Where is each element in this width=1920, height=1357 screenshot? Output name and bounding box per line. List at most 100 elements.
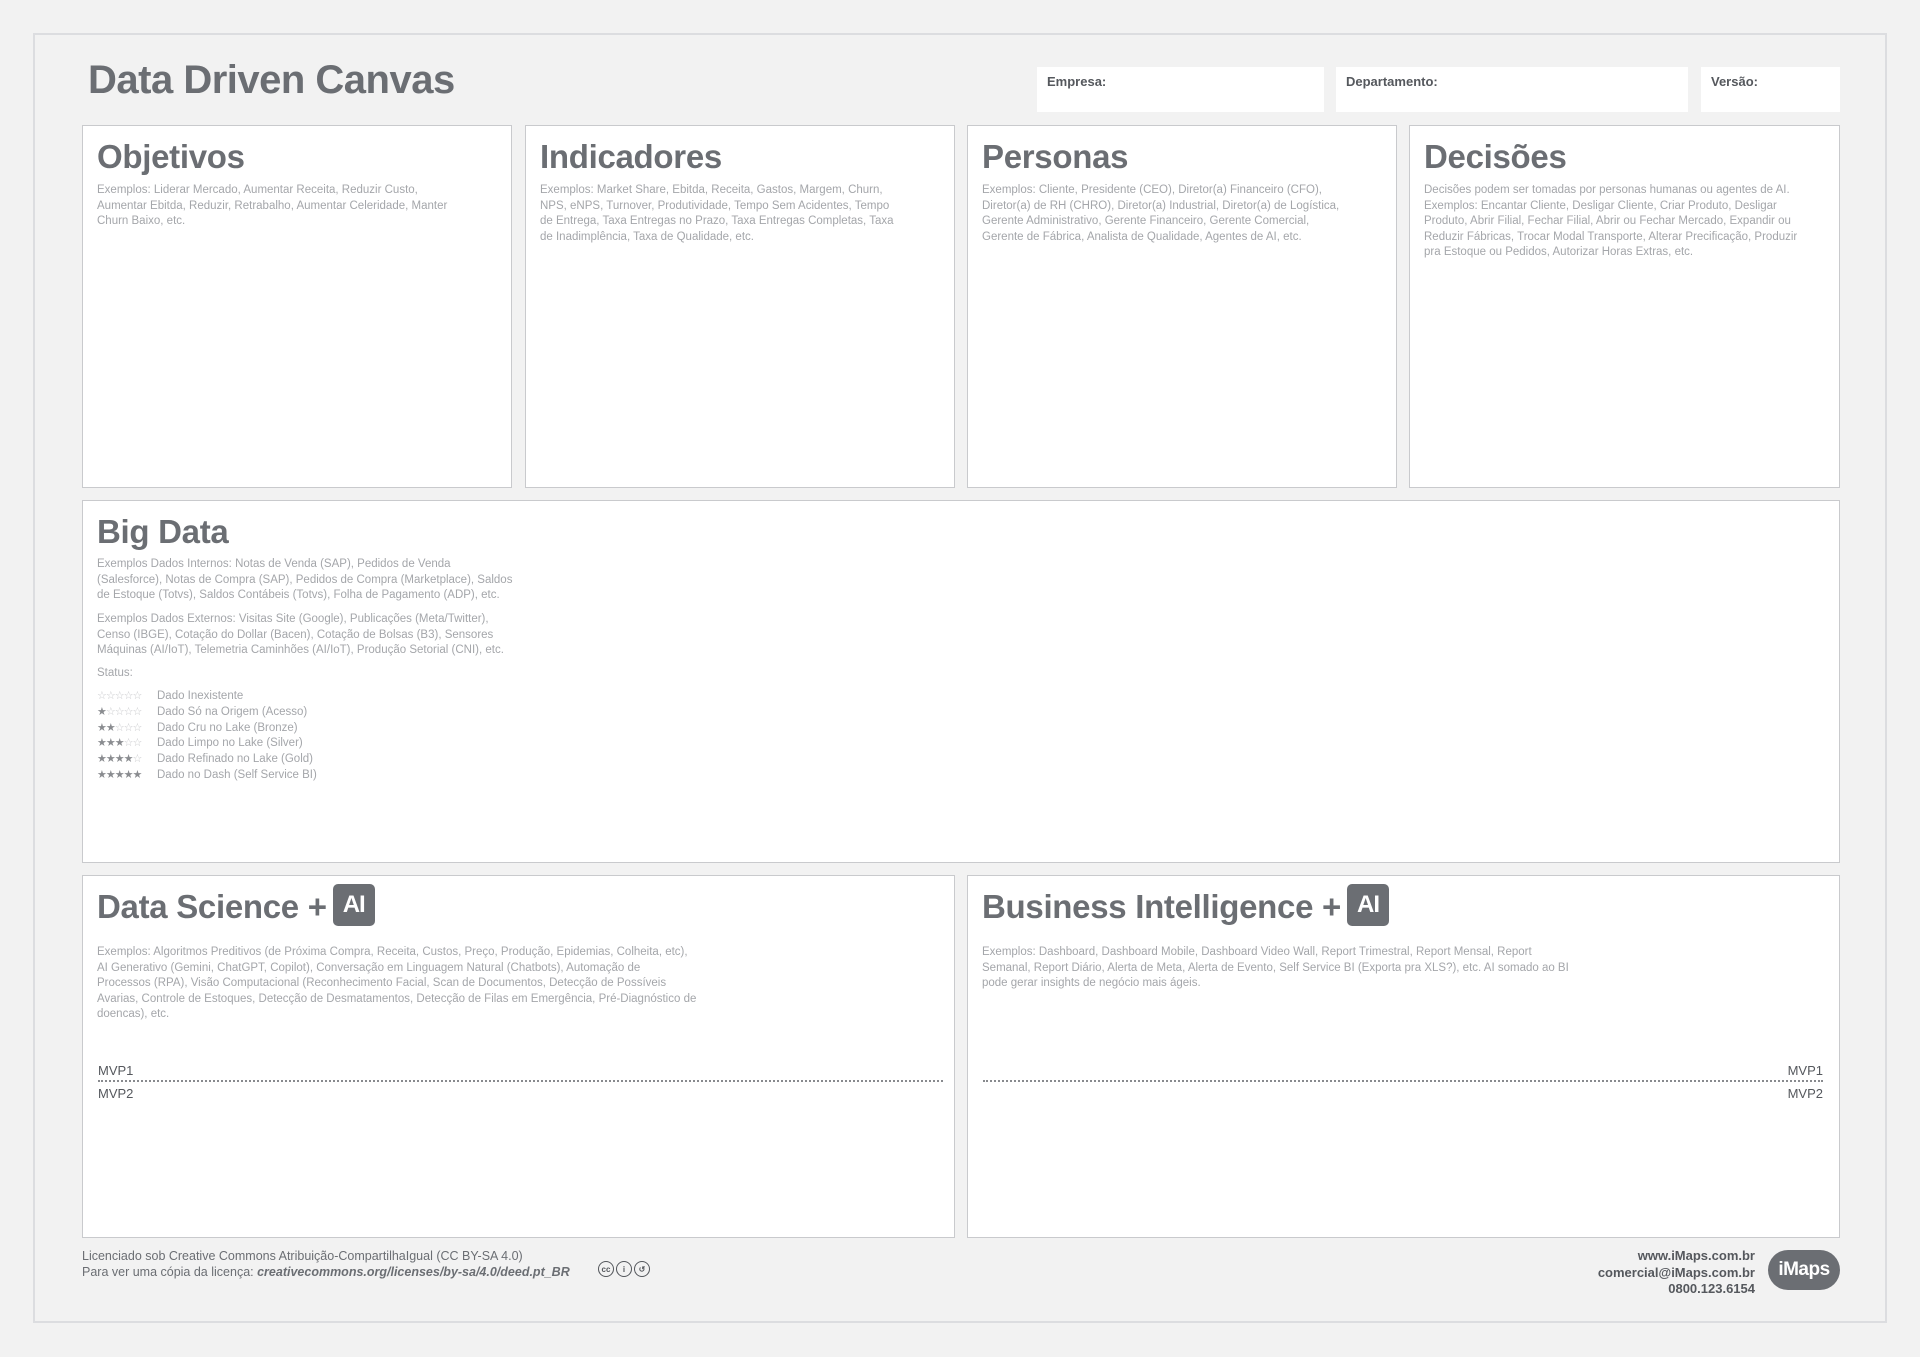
- star-filled-icon: ★: [97, 705, 107, 718]
- license-copy-line: Para ver uma cópia da licença: creativec…: [82, 1264, 570, 1280]
- business-intelligence-title: Business Intelligence + AI: [982, 884, 1389, 930]
- data-science-box[interactable]: Data Science + AI Exemplos: Algoritmos Pr…: [82, 875, 955, 1238]
- star-empty-icon: ☆: [123, 690, 134, 702]
- big-data-external-examples: Exemplos Dados Externos: Visitas Site (G…: [97, 613, 504, 656]
- big-data-box[interactable]: Big Data Exemplos Dados Internos: Notas …: [82, 500, 1840, 863]
- status-label-text: Dado Limpo no Lake (Silver): [157, 737, 303, 750]
- cc-icon: cc: [598, 1261, 614, 1277]
- star-rating-0: ☆☆☆☆☆: [97, 689, 157, 705]
- indicadores-title: Indicadores: [540, 138, 722, 175]
- ai-sparkle-icon: AI: [332, 884, 375, 927]
- license-text: Licenciado sob Creative Commons Atribuiç…: [82, 1248, 570, 1280]
- status-label-text: Dado no Dash (Self Service BI): [157, 768, 317, 781]
- star-empty-icon: ☆: [105, 705, 116, 718]
- indicadores-examples: Exemplos: Market Share, Ebitda, Receita,…: [540, 184, 894, 243]
- star-empty-icon: ☆: [123, 721, 134, 734]
- decisoes-examples: Decisões podem ser tomadas por personas …: [1424, 184, 1798, 258]
- star-filled-icon: ★: [97, 768, 107, 781]
- star-filled-icon: ★: [123, 753, 134, 766]
- ai-sparkle-icon: AI: [1347, 884, 1389, 927]
- status-row: ★★★★★ Dado no Dash (Self Service BI): [97, 768, 317, 784]
- by-icon: i: [616, 1261, 632, 1277]
- mvp2-label: MVP2: [98, 1086, 134, 1101]
- star-filled-icon: ★: [114, 768, 125, 781]
- star-rating-1: ★☆☆☆☆: [97, 705, 157, 721]
- status-label-text: Dado Só na Origem (Acesso): [157, 705, 308, 718]
- business-intelligence-box[interactable]: Business Intelligence + AI Exemplos: Dash…: [967, 875, 1840, 1238]
- big-data-internal-examples: Exemplos Dados Internos: Notas de Venda …: [97, 558, 513, 601]
- status-row: ★★★☆☆ Dado Limpo no Lake (Silver): [97, 736, 317, 752]
- star-empty-icon: ☆: [132, 753, 143, 766]
- decisoes-box[interactable]: Decisões Decisões podem ser tomadas por …: [1409, 125, 1840, 488]
- star-empty-icon: ☆: [114, 705, 125, 718]
- status-row: ★★☆☆☆ Dado Cru no Lake (Bronze): [97, 721, 317, 737]
- license-copy-prefix: Para ver uma cópia da licença:: [82, 1265, 254, 1279]
- status-label: Status:: [97, 667, 133, 679]
- departamento-label: Departamento:: [1346, 74, 1438, 89]
- mvp-divider: [983, 1080, 1823, 1082]
- cc-license-icons: cc i ↺: [598, 1259, 652, 1277]
- versao-label: Versão:: [1711, 74, 1758, 89]
- star-filled-icon: ★: [132, 768, 143, 781]
- business-intelligence-examples: Exemplos: Dashboard, Dashboard Mobile, D…: [982, 946, 1569, 989]
- data-science-examples: Exemplos: Algoritmos Preditivos (de Próx…: [97, 946, 697, 1020]
- star-rating-3: ★★★☆☆: [97, 736, 157, 752]
- personas-examples: Exemplos: Cliente, Presidente (CEO), Dir…: [982, 184, 1340, 243]
- sa-icon: ↺: [634, 1261, 650, 1277]
- star-filled-icon: ★: [105, 753, 116, 766]
- star-empty-icon: ☆: [123, 705, 134, 718]
- status-row: ☆☆☆☆☆ Dado Inexistente: [97, 689, 317, 705]
- star-empty-icon: ☆: [132, 721, 143, 734]
- star-filled-icon: ★: [123, 768, 134, 781]
- empresa-label: Empresa:: [1047, 74, 1107, 89]
- star-empty-icon: ☆: [105, 690, 116, 702]
- contact-info: www.iMaps.com.br comercial@iMaps.com.br …: [1598, 1248, 1755, 1298]
- page-title: Data Driven Canvas: [88, 58, 455, 102]
- status-label-text: Dado Refinado no Lake (Gold): [157, 753, 313, 766]
- mvp1-label: MVP1: [1787, 1063, 1823, 1078]
- license-url-link[interactable]: creativecommons.org/licenses/by-sa/4.0/d…: [257, 1265, 570, 1279]
- versao-field[interactable]: Versão:: [1701, 67, 1840, 112]
- business-intelligence-title-text: Business Intelligence +: [982, 888, 1341, 925]
- star-empty-icon: ☆: [114, 690, 125, 702]
- website-link[interactable]: www.iMaps.com.br: [1598, 1248, 1755, 1265]
- mvp-divider: [98, 1080, 943, 1082]
- star-filled-icon: ★: [105, 737, 116, 750]
- star-rating-4: ★★★★☆: [97, 752, 157, 768]
- star-empty-icon: ☆: [97, 690, 107, 702]
- data-science-title: Data Science + AI: [97, 884, 375, 930]
- indicadores-box[interactable]: Indicadores Exemplos: Market Share, Ebit…: [525, 125, 955, 488]
- imaps-logo: iMaps: [1768, 1250, 1840, 1290]
- personas-title: Personas: [982, 138, 1129, 175]
- big-data-title: Big Data: [97, 513, 229, 550]
- objetivos-box[interactable]: Objetivos Exemplos: Liderar Mercado, Aum…: [82, 125, 512, 488]
- mvp1-label: MVP1: [98, 1063, 134, 1078]
- star-filled-icon: ★: [114, 737, 125, 750]
- star-rating-5: ★★★★★: [97, 768, 157, 784]
- data-science-title-text: Data Science +: [97, 888, 327, 925]
- star-empty-icon: ☆: [132, 705, 143, 718]
- mvp2-label: MVP2: [1787, 1086, 1823, 1101]
- star-empty-icon: ☆: [132, 737, 143, 750]
- star-filled-icon: ★: [105, 721, 116, 734]
- status-label-text: Dado Inexistente: [157, 690, 244, 702]
- star-filled-icon: ★: [114, 753, 125, 766]
- star-filled-icon: ★: [105, 768, 116, 781]
- email-link[interactable]: comercial@iMaps.com.br: [1598, 1265, 1755, 1282]
- status-label-text: Dado Cru no Lake (Bronze): [157, 721, 298, 734]
- status-row: ★★★★☆ Dado Refinado no Lake (Gold): [97, 752, 317, 768]
- star-rating-2: ★★☆☆☆: [97, 721, 157, 737]
- departamento-field[interactable]: Departamento:: [1336, 67, 1688, 112]
- star-empty-icon: ☆: [123, 737, 134, 750]
- star-empty-icon: ☆: [114, 721, 125, 734]
- status-list: ☆☆☆☆☆ Dado Inexistente ★☆☆☆☆ Dado Só na Or…: [97, 689, 317, 784]
- decisoes-title: Decisões: [1424, 138, 1567, 175]
- status-row: ★☆☆☆☆ Dado Só na Origem (Acesso): [97, 705, 317, 721]
- star-filled-icon: ★: [97, 721, 107, 734]
- empresa-field[interactable]: Empresa:: [1037, 67, 1324, 112]
- personas-box[interactable]: Personas Exemplos: Cliente, Presidente (…: [967, 125, 1397, 488]
- star-filled-icon: ★: [97, 753, 107, 766]
- objetivos-examples: Exemplos: Liderar Mercado, Aumentar Rece…: [97, 184, 448, 227]
- phone-number: 0800.123.6154: [1668, 1281, 1755, 1296]
- star-filled-icon: ★: [97, 737, 107, 750]
